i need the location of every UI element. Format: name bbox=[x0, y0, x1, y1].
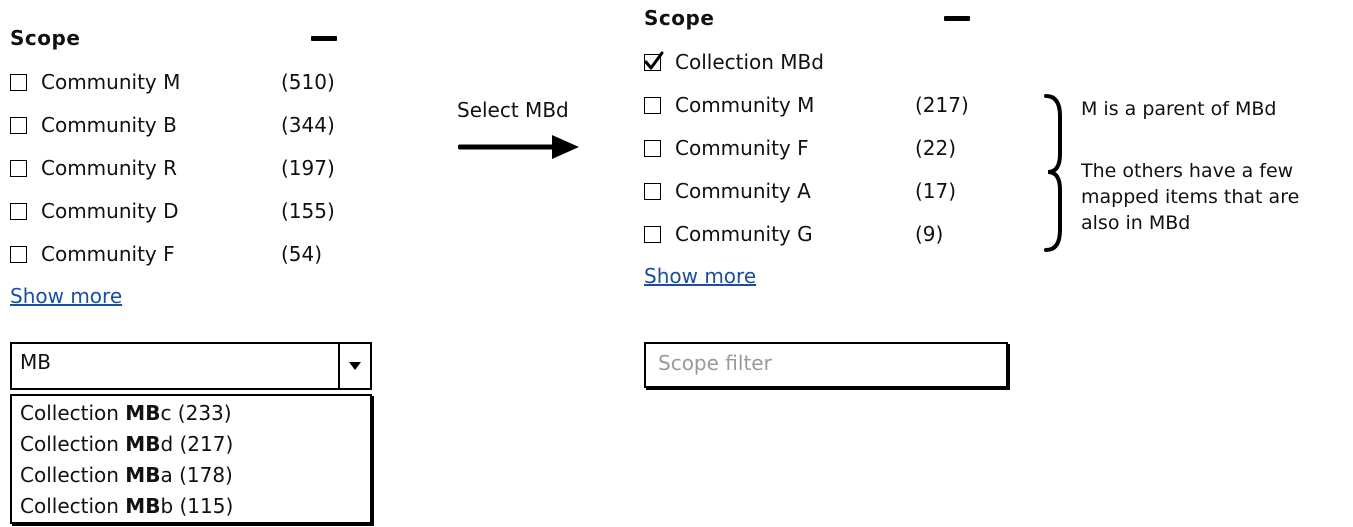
scope-filter-field[interactable] bbox=[644, 342, 1008, 388]
dropdown-option[interactable]: Collection MBd (217) bbox=[12, 429, 370, 460]
chevron-down-icon bbox=[349, 362, 361, 370]
list-item[interactable]: Community R (197) bbox=[10, 152, 335, 184]
item-label: Collection MBd bbox=[675, 50, 824, 74]
scope-filter-input[interactable] bbox=[658, 351, 998, 375]
checkbox[interactable] bbox=[10, 245, 27, 263]
right-show-more-link[interactable]: Show more bbox=[644, 264, 756, 288]
item-count: (22) bbox=[915, 136, 957, 160]
checkmark-icon bbox=[644, 51, 664, 69]
item-label: Community M bbox=[41, 70, 181, 94]
right-scope-list: Collection MBd Community M (217) Communi… bbox=[644, 46, 969, 250]
checkbox-checked[interactable] bbox=[644, 51, 664, 71]
checkbox[interactable] bbox=[644, 96, 661, 114]
item-label: Community F bbox=[41, 242, 175, 266]
list-item[interactable]: Community F (54) bbox=[10, 238, 335, 270]
note-line: mapped items that are bbox=[1081, 186, 1300, 208]
list-item[interactable]: Community G (9) bbox=[644, 218, 969, 250]
checkbox[interactable] bbox=[10, 116, 27, 134]
list-item-selected[interactable]: Collection MBd bbox=[644, 46, 969, 78]
item-count: (155) bbox=[281, 199, 335, 223]
list-item[interactable]: Community M (510) bbox=[10, 66, 335, 98]
item-label: Community G bbox=[675, 222, 813, 246]
note-line: The others have a few bbox=[1081, 160, 1294, 182]
checkbox[interactable] bbox=[644, 139, 661, 157]
dropdown-toggle-button[interactable] bbox=[338, 344, 370, 388]
item-count: (344) bbox=[281, 113, 335, 137]
combo-value: MB bbox=[20, 350, 51, 374]
dropdown-option[interactable]: Collection MBc (233) bbox=[12, 398, 370, 429]
note-line: also in MBd bbox=[1081, 212, 1191, 234]
item-count: (217) bbox=[915, 93, 969, 117]
note-parent: M is a parent of MBd bbox=[1081, 98, 1277, 120]
left-show-more-link[interactable]: Show more bbox=[10, 284, 122, 308]
curly-brace-icon bbox=[1044, 94, 1062, 252]
checkbox[interactable] bbox=[644, 182, 661, 200]
list-item[interactable]: Community A (17) bbox=[644, 175, 969, 207]
item-label: Community B bbox=[41, 113, 177, 137]
item-label: Community D bbox=[41, 199, 179, 223]
item-count: (17) bbox=[915, 179, 957, 203]
list-item[interactable]: Community F (22) bbox=[644, 132, 969, 164]
checkbox[interactable] bbox=[644, 225, 661, 243]
scope-dropdown-list: Collection MBc (233) Collection MBd (217… bbox=[10, 394, 372, 524]
item-count: (54) bbox=[281, 242, 323, 266]
dropdown-option[interactable]: Collection MBa (178) bbox=[12, 460, 370, 491]
list-item[interactable]: Community D (155) bbox=[10, 195, 335, 227]
scope-combo-box[interactable]: MB bbox=[10, 342, 372, 390]
item-count: (510) bbox=[281, 70, 335, 94]
checkbox[interactable] bbox=[10, 73, 27, 91]
list-item[interactable]: Community M (217) bbox=[644, 89, 969, 121]
item-label: Community A bbox=[675, 179, 811, 203]
item-label: Community F bbox=[675, 136, 809, 160]
right-scope-title: Scope bbox=[644, 6, 715, 30]
left-collapse-icon[interactable] bbox=[311, 36, 337, 41]
right-collapse-icon[interactable] bbox=[944, 16, 970, 21]
checkbox[interactable] bbox=[10, 159, 27, 177]
item-label: Community R bbox=[41, 156, 178, 180]
arrow-label: Select MBd bbox=[457, 98, 569, 122]
dropdown-option[interactable]: Collection MBb (115) bbox=[12, 491, 370, 522]
note-others: The others have a few mapped items that … bbox=[1081, 158, 1299, 236]
arrow-right-icon bbox=[458, 135, 579, 159]
checkbox[interactable] bbox=[10, 202, 27, 220]
item-label: Community M bbox=[675, 93, 815, 117]
item-count: (9) bbox=[915, 222, 944, 246]
left-scope-list: Community M (510) Community B (344) Comm… bbox=[10, 66, 335, 270]
left-scope-title: Scope bbox=[10, 26, 81, 50]
item-count: (197) bbox=[281, 156, 335, 180]
list-item[interactable]: Community B (344) bbox=[10, 109, 335, 141]
